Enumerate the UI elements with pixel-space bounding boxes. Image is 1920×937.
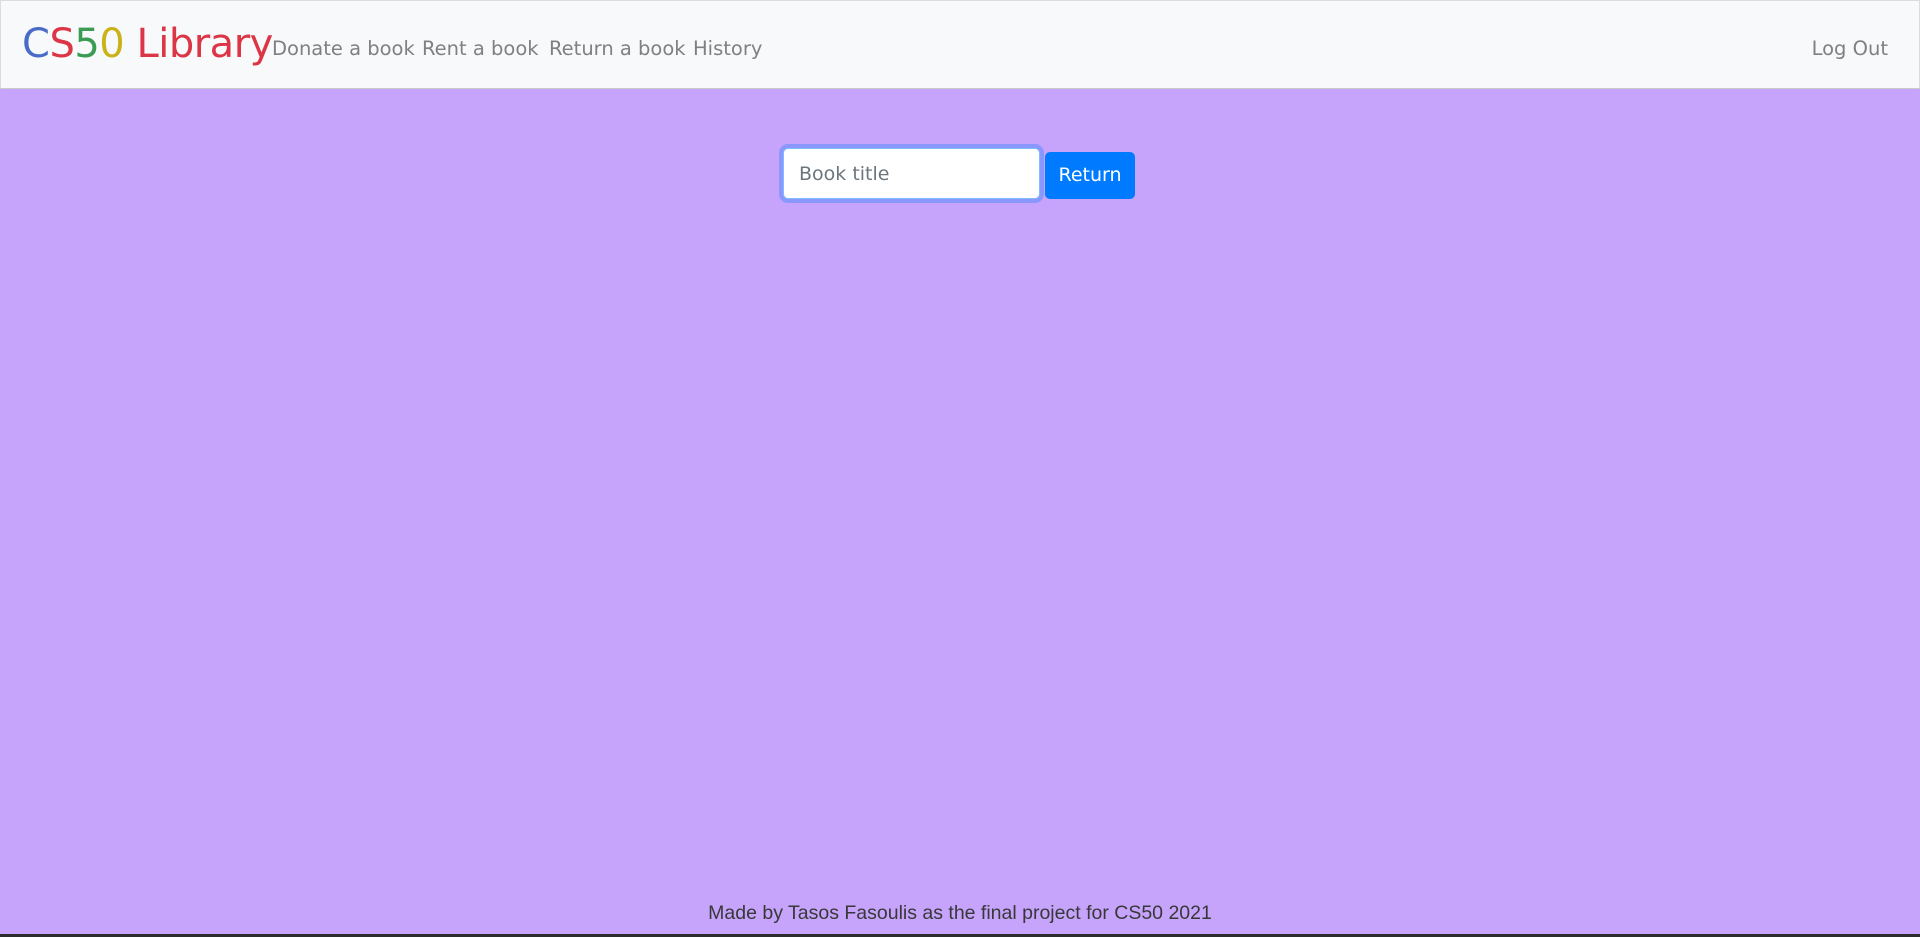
brand-digit-5: 5	[74, 21, 100, 67]
brand-digit-0: 0	[99, 21, 125, 67]
return-button[interactable]: Return	[1045, 152, 1135, 199]
footer-credit: Made by Tasos Fasoulis as the final proj…	[708, 902, 1212, 924]
nav-link-history[interactable]: History	[693, 37, 762, 61]
brand-letter-s: S	[49, 21, 75, 67]
nav-link-donate[interactable]: Donate a book	[272, 37, 415, 61]
navbar: CS50 Library Donate a book Rent a book R…	[0, 0, 1920, 89]
book-title-input[interactable]	[783, 148, 1040, 199]
nav-link-return[interactable]: Return a book	[549, 37, 686, 61]
logout-link[interactable]: Log Out	[1812, 37, 1888, 61]
nav-link-rent[interactable]: Rent a book	[422, 37, 539, 61]
brand-logo-link[interactable]: CS50 Library	[22, 19, 273, 69]
brand-letter-c: C	[22, 21, 50, 67]
brand-word-library: Library	[124, 21, 273, 67]
